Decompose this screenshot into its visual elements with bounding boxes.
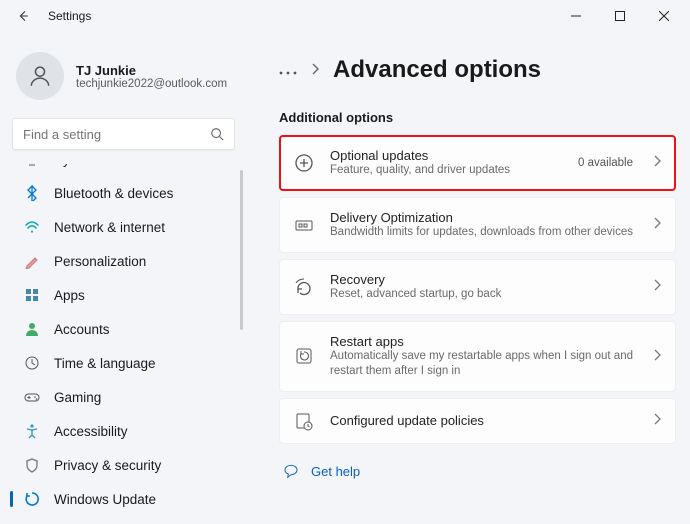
maximize-button[interactable] [598, 1, 642, 31]
sidebar-item-apps[interactable]: Apps [8, 278, 235, 312]
main-panel: Advanced options Additional options Opti… [245, 32, 690, 524]
plus-icon [294, 153, 314, 173]
minimize-icon [571, 11, 581, 21]
breadcrumb-more[interactable] [279, 60, 297, 81]
section-label: Additional options [279, 110, 676, 125]
sidebar-item-label: Bluetooth & devices [54, 186, 173, 201]
sidebar: TJ Junkie techjunkie2022@outlook.com Sys… [0, 32, 245, 524]
sidebar-item-brush[interactable]: Personalization [8, 244, 235, 278]
restart-icon [294, 346, 314, 366]
sidebar-item-label: Windows Update [54, 492, 156, 507]
sidebar-item-label: Gaming [54, 390, 101, 405]
sidebar-item-label: System [54, 164, 99, 167]
chevron-right-icon [311, 63, 319, 78]
clock-icon [24, 355, 40, 371]
chevron-right-icon [653, 413, 661, 428]
update-icon [24, 491, 40, 507]
bluetooth-icon [24, 185, 40, 201]
delivery-icon [294, 215, 314, 235]
shield-icon [24, 457, 40, 473]
chevron-right-icon [653, 155, 661, 170]
sidebar-item-person[interactable]: Accounts [8, 312, 235, 346]
sidebar-item-label: Network & internet [54, 220, 165, 235]
option-desc: Feature, quality, and driver updates [330, 163, 562, 178]
chevron-right-icon [653, 349, 661, 364]
get-help-link[interactable]: Get help [311, 464, 360, 479]
option-status: 0 available [578, 157, 633, 169]
sidebar-item-clock[interactable]: Time & language [8, 346, 235, 380]
game-icon [24, 389, 40, 405]
option-delivery[interactable]: Delivery OptimizationBandwidth limits fo… [279, 197, 676, 253]
sidebar-item-update[interactable]: Windows Update [8, 482, 235, 516]
option-title: Restart apps [330, 334, 637, 349]
page-title: Advanced options [333, 56, 541, 84]
sidebar-item-bluetooth[interactable]: Bluetooth & devices [8, 176, 235, 210]
sidebar-item-label: Accessibility [54, 424, 128, 439]
help-icon [283, 464, 299, 480]
option-title: Recovery [330, 272, 637, 287]
sidebar-item-label: Apps [54, 288, 85, 303]
sidebar-item-label: Accounts [54, 322, 110, 337]
apps-icon [24, 287, 40, 303]
chevron-right-icon [653, 217, 661, 232]
user-name: TJ Junkie [76, 63, 227, 78]
option-plus[interactable]: Optional updatesFeature, quality, and dr… [279, 135, 676, 191]
dots-icon [279, 70, 297, 76]
chevron-right-icon [653, 279, 661, 294]
search-icon [210, 127, 224, 141]
window-title: Settings [48, 9, 91, 23]
search-box[interactable] [12, 118, 235, 150]
option-desc: Automatically save my restartable apps w… [330, 349, 637, 379]
accessibility-icon [24, 423, 40, 439]
sidebar-scrollbar[interactable] [240, 170, 243, 330]
sidebar-item-system[interactable]: System [8, 164, 235, 176]
option-title: Configured update policies [330, 413, 637, 428]
option-desc: Bandwidth limits for updates, downloads … [330, 225, 637, 240]
option-title: Optional updates [330, 148, 562, 163]
option-restart[interactable]: Restart appsAutomatically save my restar… [279, 321, 676, 392]
options-list: Optional updatesFeature, quality, and dr… [279, 135, 676, 444]
option-recovery[interactable]: RecoveryReset, advanced startup, go back [279, 259, 676, 315]
search-input[interactable] [23, 127, 210, 142]
option-title: Delivery Optimization [330, 210, 637, 225]
minimize-button[interactable] [554, 1, 598, 31]
person-icon [27, 63, 53, 89]
sidebar-item-game[interactable]: Gaming [8, 380, 235, 414]
user-profile[interactable]: TJ Junkie techjunkie2022@outlook.com [8, 42, 245, 118]
breadcrumb: Advanced options [279, 56, 676, 84]
maximize-icon [615, 11, 625, 21]
avatar [16, 52, 64, 100]
wifi-icon [24, 219, 40, 235]
person-icon [24, 321, 40, 337]
policy-icon [294, 411, 314, 431]
close-button[interactable] [642, 1, 686, 31]
option-policy[interactable]: Configured update policies [279, 398, 676, 444]
sidebar-item-label: Privacy & security [54, 458, 161, 473]
sidebar-item-wifi[interactable]: Network & internet [8, 210, 235, 244]
close-icon [659, 11, 669, 21]
sidebar-item-accessibility[interactable]: Accessibility [8, 414, 235, 448]
nav-list: System Bluetooth & devices Network & inter… [8, 164, 245, 524]
recovery-icon [294, 277, 314, 297]
titlebar: Settings [0, 0, 690, 32]
get-help[interactable]: Get help [279, 464, 676, 480]
arrow-left-icon [16, 9, 30, 23]
brush-icon [24, 253, 40, 269]
sidebar-item-label: Time & language [54, 356, 156, 371]
sidebar-item-label: Personalization [54, 254, 146, 269]
back-button[interactable] [10, 3, 36, 29]
sidebar-item-shield[interactable]: Privacy & security [8, 448, 235, 482]
system-icon [24, 164, 40, 167]
user-email: techjunkie2022@outlook.com [76, 78, 227, 90]
option-desc: Reset, advanced startup, go back [330, 287, 637, 302]
